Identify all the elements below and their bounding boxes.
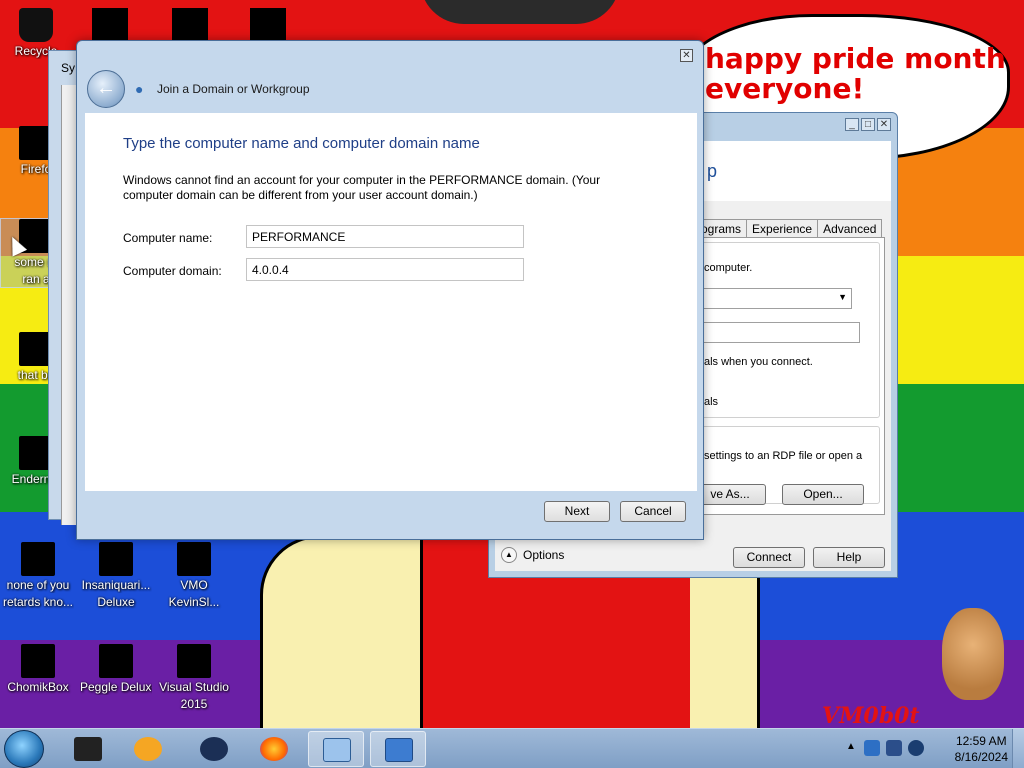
options-label: Options [523,548,565,562]
bubble-line-2: everyone! [705,72,865,105]
window-title: Sy [61,61,76,75]
computer-dropdown[interactable]: ▼ [700,288,852,309]
close-button[interactable]: ✕ [680,49,693,62]
bubble-line-1: happy pride month [705,42,1006,75]
firefox-icon [260,737,288,761]
desktop-icon-top-2[interactable] [172,8,208,42]
taskbar-item-app3[interactable] [186,731,242,767]
desktop-icon-label-2: retards kno... [2,595,74,609]
desktop-icon-top-3[interactable] [250,8,286,42]
speech-bubble-text: happy pride month everyone! [705,44,1006,104]
description-text: Windows cannot find an account for your … [123,173,601,202]
desktop-icon-chomikbox[interactable]: ChomikBox [2,644,74,695]
insaniquarium-icon [99,542,133,576]
media-player-icon [134,737,162,761]
desktop-icon-label: none of you [6,578,70,592]
clock[interactable]: 12:59 AM 8/16/2024 [955,733,1008,765]
desktop-icon-none-of-you[interactable]: none of you retards kno... [2,542,74,610]
rdp-text-als: als [704,396,719,408]
desktop-icon-label: Peggle Deluxe [80,680,152,694]
chomikbox-icon [21,644,55,678]
dialog-content: Type the computer name and computer doma… [85,113,697,491]
back-button[interactable]: ← [87,70,125,108]
desktop-icon-label: VMO [180,578,208,592]
cancel-button[interactable]: Cancel [620,501,686,522]
remote-desktop-icon [385,738,413,762]
taskbar-item-system[interactable] [308,731,364,767]
app-icon [74,737,102,761]
maximize-button[interactable]: □ [861,118,875,131]
minimize-button[interactable]: _ [845,118,859,131]
vmo-icon [177,542,211,576]
rdp-text-settings: settings to an RDP file or open a [704,450,863,462]
network-tray-icon[interactable] [886,740,902,756]
desktop-icon-label: Visual Studio [159,680,229,694]
join-domain-dialog: ✕ ← ● Join a Domain or Workgroup Type th… [76,40,704,540]
rdp-tab-panel: computer. ▼ als when you connect. als se… [694,237,885,515]
dialog-title: Join a Domain or Workgroup [157,82,310,96]
taskbar-item-app1[interactable] [60,731,116,767]
page-heading: Type the computer name and computer doma… [123,135,480,152]
rdp-text-credentials: als when you connect. [704,356,813,368]
rdp-tabs: ograms Experience Advanced [695,219,883,238]
watermark: VM0b0t [822,703,920,729]
globe-icon [200,737,228,761]
desktop-icon-label: ChomikBox [7,680,69,694]
taskbar: ▲ 12:59 AM 8/16/2024 [0,728,1024,768]
computer-name-field[interactable] [246,225,524,248]
computer-domain-label: Computer domain: [123,264,222,278]
system-tray: ▲ 12:59 AM 8/16/2024 [840,729,1024,768]
tray-icon[interactable] [908,740,924,756]
connect-button[interactable]: Connect [733,547,805,568]
desktop-icon-label: Insaniquari... [81,578,151,592]
start-button[interactable] [4,730,44,768]
help-button[interactable]: Help [813,547,885,568]
computer-icon [323,738,351,762]
clock-date: 8/16/2024 [954,750,1008,764]
computer-domain-field[interactable] [246,258,524,281]
taskbar-item-firefox[interactable] [246,731,302,767]
desktop-icon-label-2: KevinSl... [168,595,220,609]
network-icon: ● [135,81,144,97]
hamster-image [942,608,1004,700]
peggle-icon [99,644,133,678]
desktop-icon-label-2: 2015 [180,697,208,711]
username-field[interactable] [700,322,860,343]
desktop-icon-peggle[interactable]: Peggle Deluxe [80,644,152,695]
cartoon-head-top [420,0,620,24]
chevron-up-icon: ▲ [501,547,517,563]
computer-name-label: Computer name: [123,231,213,245]
tray-app-icon[interactable] [864,740,880,756]
desktop-icon-insaniquarium[interactable]: Insaniquari... Deluxe [80,542,152,610]
tab-advanced[interactable]: Advanced [817,219,883,238]
tab-experience[interactable]: Experience [746,219,819,238]
desktop-icon-vmo[interactable]: VMO KevinSl... [158,542,230,610]
show-desktop-button[interactable] [1012,729,1024,768]
file-icon [21,542,55,576]
clock-time: 12:59 AM [955,734,1007,748]
desktop-icon-label-2: Deluxe [97,595,135,609]
rdp-text-computer: computer. [704,262,753,274]
desktop-icon-top-1[interactable] [92,8,128,42]
options-toggle[interactable]: ▲ Options [501,547,564,563]
tray-expand-icon[interactable]: ▲ [846,741,856,752]
open-button[interactable]: Open... [782,484,864,505]
recycle-bin-icon [19,8,53,42]
visual-studio-icon [177,644,211,678]
next-button[interactable]: Next [544,501,610,522]
close-button[interactable]: ✕ [877,118,891,131]
taskbar-item-media-player[interactable] [120,731,176,767]
banner-title: p [707,161,718,181]
desktop-icon-visual-studio[interactable]: Visual Studio 2015 [158,644,230,712]
window-controls: _ □ ✕ [845,118,891,131]
taskbar-item-remote-desktop[interactable] [370,731,426,767]
save-as-button[interactable]: ve As... [694,484,766,505]
chevron-down-icon: ▼ [838,292,847,302]
